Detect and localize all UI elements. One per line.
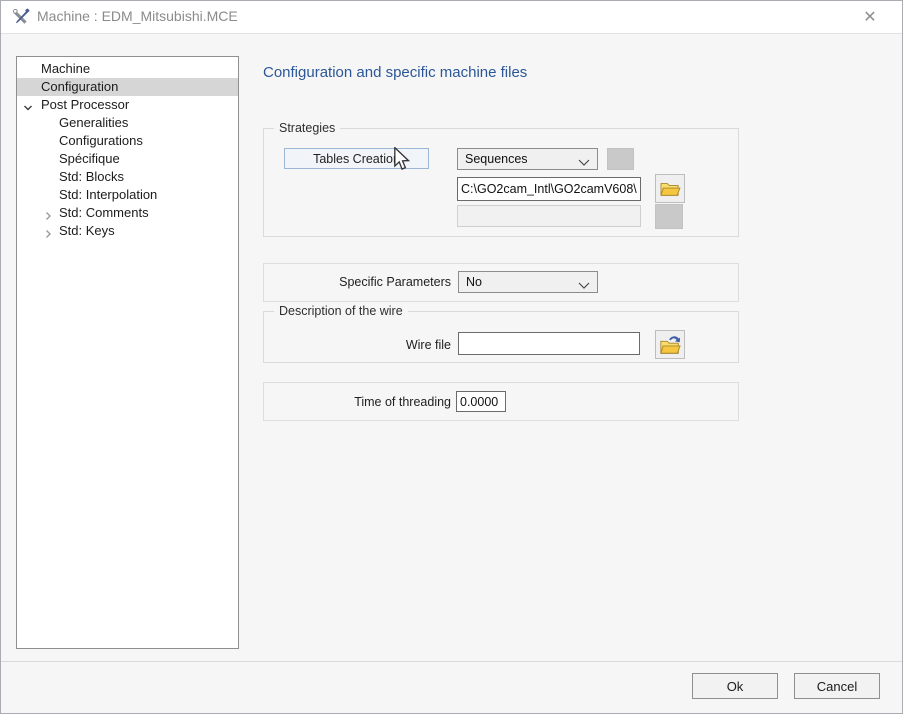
machine-tree: Machine Configuration Post Processor Genera… (16, 56, 239, 649)
specific-parameters-dropdown[interactable]: No (458, 271, 598, 293)
wire-group-legend: Description of the wire (274, 304, 408, 318)
disabled-browse-button (655, 204, 683, 229)
browse-wire-file-button[interactable] (655, 330, 685, 359)
tree-item-label: Std: Interpolation (59, 187, 157, 202)
tree-item-label: Std: Keys (59, 223, 115, 238)
tools-icon (12, 8, 30, 26)
close-icon[interactable]: ✕ (856, 6, 884, 30)
window-title: Machine : EDM_Mitsubishi.MCE (37, 8, 238, 24)
tree-item-configurations[interactable]: Configurations (17, 132, 238, 150)
disabled-action-button (607, 148, 634, 170)
tree-item-std-comments[interactable]: Std: Comments (17, 204, 238, 222)
specific-parameters-label: Specific Parameters (281, 275, 451, 289)
strategy-path-input[interactable] (457, 177, 641, 201)
chevron-right-icon[interactable] (43, 208, 53, 218)
tree-item-label: Std: Blocks (59, 169, 124, 184)
sequences-dropdown-value: Sequences (465, 152, 528, 166)
tree-item-std-keys[interactable]: Std: Keys (17, 222, 238, 240)
tree-item-machine[interactable]: Machine (17, 60, 238, 78)
open-folder-icon (659, 180, 681, 198)
browse-strategy-button[interactable] (655, 174, 685, 203)
chevron-down-icon[interactable] (23, 100, 33, 110)
open-file-folder-icon (659, 334, 681, 356)
secondary-path-input (457, 205, 641, 227)
sequences-dropdown[interactable]: Sequences (457, 148, 598, 170)
tree-item-label: Spécifique (59, 151, 120, 166)
cancel-button[interactable]: Cancel (794, 673, 880, 699)
tree-item-label: Configurations (59, 133, 143, 148)
time-of-threading-input[interactable] (456, 391, 506, 412)
footer-divider (1, 661, 902, 662)
time-of-threading-label: Time of threading (301, 395, 451, 409)
tree-item-generalities[interactable]: Generalities (17, 114, 238, 132)
page-title: Configuration and specific machine files (263, 64, 527, 81)
tree-item-configuration[interactable]: Configuration (17, 78, 238, 96)
wire-file-input[interactable] (458, 332, 640, 355)
title-bar: Machine : EDM_Mitsubishi.MCE ✕ (1, 1, 902, 34)
chevron-down-icon (578, 279, 590, 293)
specific-parameters-value: No (466, 275, 482, 289)
machine-dialog: Machine : EDM_Mitsubishi.MCE ✕ Machine Co… (0, 0, 903, 714)
tree-item-sp-cifique[interactable]: Spécifique (17, 150, 238, 168)
mouse-cursor (393, 147, 410, 176)
tree-item-label: Post Processor (41, 97, 129, 112)
wire-file-label: Wire file (351, 338, 451, 352)
chevron-down-icon (578, 156, 590, 170)
tree-item-label: Configuration (41, 79, 118, 94)
ok-button[interactable]: Ok (692, 673, 778, 699)
tree-item-label: Std: Comments (59, 205, 149, 220)
strategies-legend: Strategies (274, 121, 340, 135)
chevron-right-icon[interactable] (43, 226, 53, 236)
tree-item-std-interpolation[interactable]: Std: Interpolation (17, 186, 238, 204)
tree-item-std-blocks[interactable]: Std: Blocks (17, 168, 238, 186)
tree-item-post-processor[interactable]: Post Processor (17, 96, 238, 114)
tree-item-label: Generalities (59, 115, 128, 130)
tree-item-label: Machine (41, 61, 90, 76)
